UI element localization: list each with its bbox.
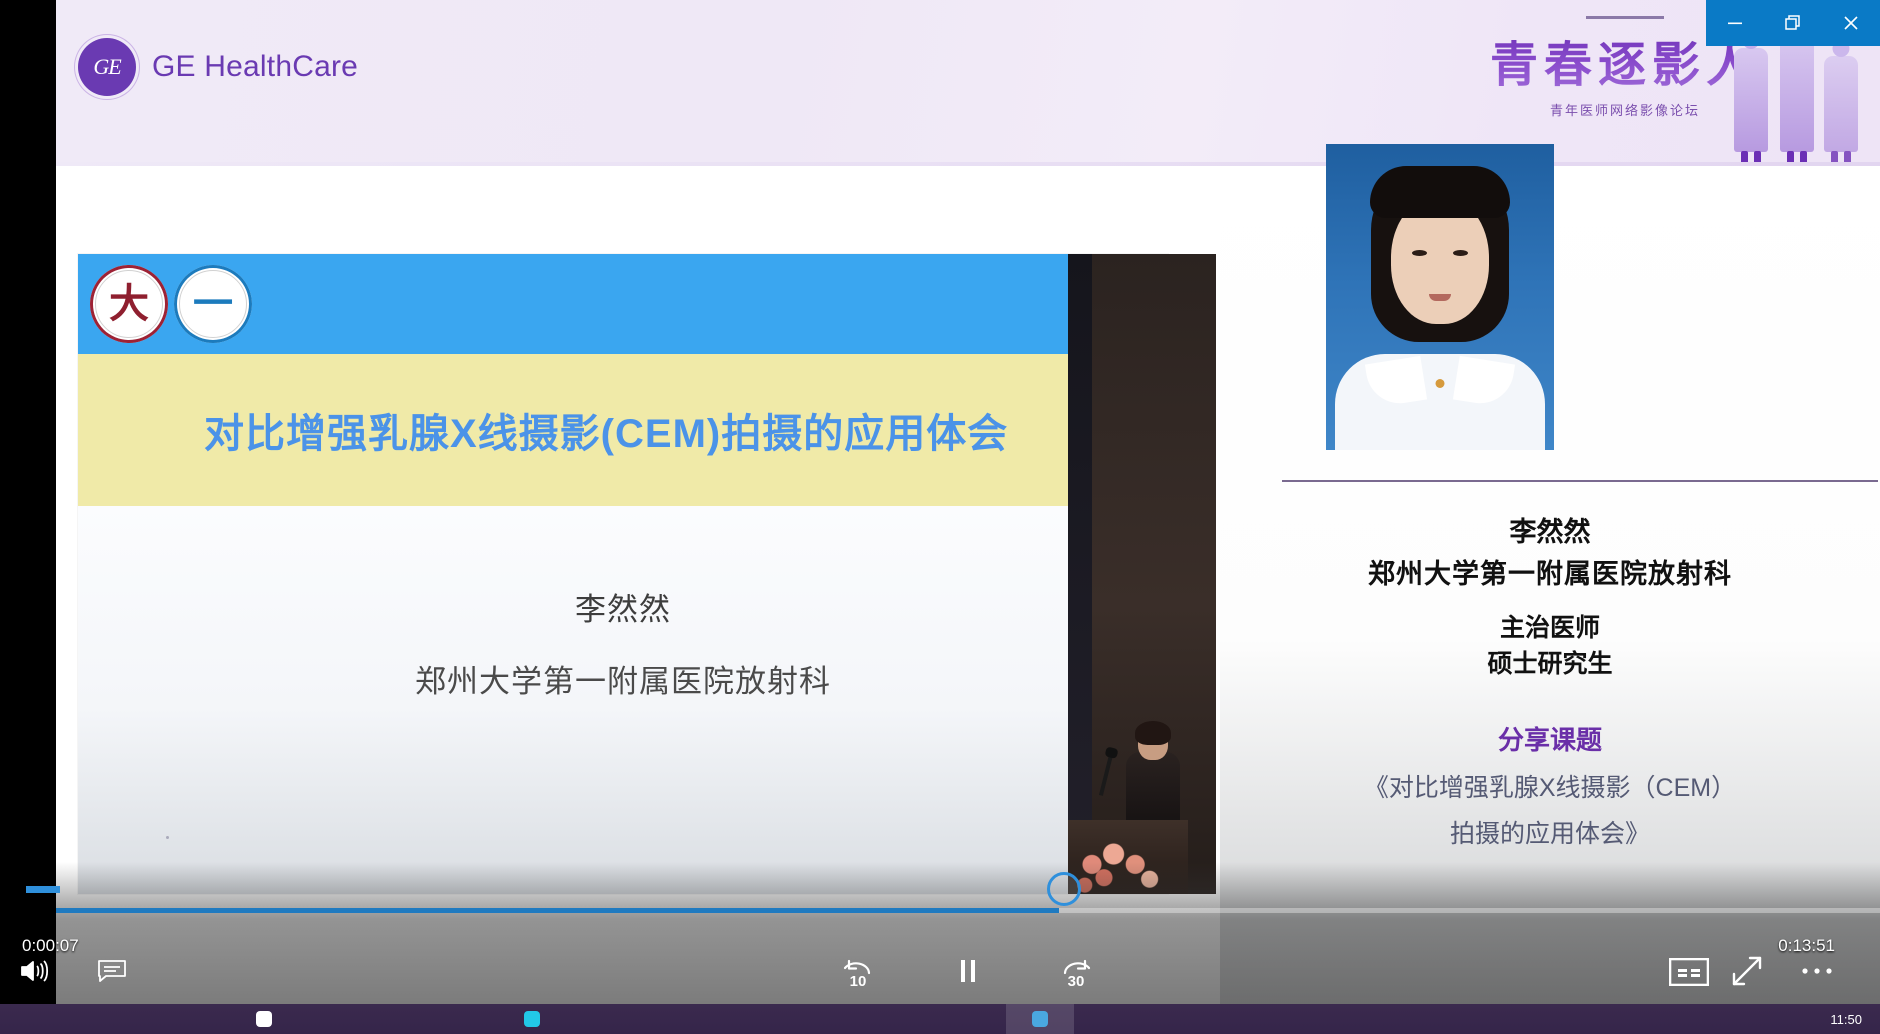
portrait-eye-left <box>1412 250 1427 256</box>
taskbar-item[interactable] <box>1006 1004 1074 1034</box>
window-controls <box>1706 0 1880 46</box>
portrait-mouth <box>1429 294 1451 301</box>
minimize-button[interactable] <box>1706 0 1764 46</box>
portrait-button <box>1435 379 1445 388</box>
forward-30-button[interactable]: 30 <box>1048 948 1104 994</box>
closed-caption-button[interactable] <box>1666 952 1712 992</box>
video-stage[interactable]: GE HealthCare 青春逐影人 青年医师网络影像论坛 大 <box>56 0 1880 1012</box>
info-speaker-name: 李然然 <box>1509 517 1591 547</box>
left-gutter <box>0 0 56 1012</box>
ge-monogram-icon <box>78 38 136 96</box>
microphone-icon <box>1098 754 1114 796</box>
comment-icon[interactable] <box>86 948 138 994</box>
speaker-head <box>1135 721 1171 760</box>
conference-room-footage <box>1068 254 1216 894</box>
play-pause-button[interactable] <box>940 948 996 994</box>
portrait-eye-right <box>1453 250 1468 256</box>
stream-header-band: GE HealthCare 青春逐影人 青年医师网络影像论坛 <box>56 0 1880 168</box>
restore-button[interactable] <box>1764 0 1822 46</box>
banner-rule <box>1585 16 1664 19</box>
room-wall <box>1068 254 1092 894</box>
slide-decoration-dot <box>166 836 169 839</box>
video-player-controls: 0:00:07 0:13:51 10 30 <box>21 862 1880 1012</box>
info-topic-label: 分享课题 <box>1497 725 1602 755</box>
seek-handle[interactable] <box>1047 872 1082 906</box>
seek-progress <box>26 886 1060 913</box>
zhengzhou-university-logo-icon: 大 <box>90 265 168 343</box>
close-button[interactable] <box>1822 0 1880 46</box>
slide-logo-band: 大 一 <box>78 254 1168 354</box>
screen: GE HealthCare 青春逐影人 青年医师网络影像论坛 大 <box>0 0 1880 1034</box>
slide-presenter-name: 李然然 <box>575 592 671 627</box>
brand-name: GE HealthCare <box>152 50 359 83</box>
info-role-title: 主治医师 <box>1499 614 1600 642</box>
info-speaker-affiliation: 郑州大学第一附属医院放射科 <box>1368 559 1732 589</box>
info-role-degree: 硕士研究生 <box>1487 650 1613 678</box>
taskbar-item[interactable] <box>498 1004 566 1034</box>
volume-icon[interactable] <box>8 948 60 994</box>
ge-healthcare-logo: GE HealthCare <box>78 38 358 96</box>
seek-bar[interactable]: 0:00:07 0:13:51 <box>22 872 1880 955</box>
rewind-seconds-label: 10 <box>849 973 867 990</box>
forward-seconds-label: 30 <box>1067 973 1085 990</box>
fullscreen-expand-icon[interactable] <box>1724 948 1770 994</box>
slide-lower-area: 李然然 郑州大学第一附属医院放射科 <box>78 506 1168 894</box>
slide-presenter-affiliation: 郑州大学第一附属医院放射科 <box>415 664 831 699</box>
seek-pre-segment <box>26 886 60 893</box>
slide-title: 对比增强乳腺X线摄影(CEM)拍摄的应用体会 <box>204 412 1009 456</box>
portrait-fringe <box>1370 166 1510 218</box>
speaker-portrait-photo <box>1326 144 1554 450</box>
first-affiliated-hospital-logo-icon: 一 <box>174 265 252 343</box>
player-button-row: 10 30 <box>21 942 1880 998</box>
taskbar: 11:50 <box>0 1004 1880 1034</box>
taskbar-clock: 11:50 <box>1830 1011 1862 1027</box>
presentation-slide: 大 一 对比增强乳腺X线摄影(CEM)拍摄的应用体会 李然然 郑州大学第一附属医… <box>78 254 1168 894</box>
rewind-10-button[interactable]: 10 <box>830 948 886 994</box>
slide-title-band: 对比增强乳腺X线摄影(CEM)拍摄的应用体会 <box>78 354 1168 506</box>
info-topic-line-2: 拍摄的应用体会》 <box>1449 820 1650 848</box>
speaker-hair <box>1135 721 1171 745</box>
taskbar-item[interactable] <box>230 1004 298 1034</box>
more-options-icon[interactable] <box>1794 948 1840 994</box>
info-topic-line-1: 《对比增强乳腺X线摄影（CEM） <box>1363 774 1737 802</box>
info-divider <box>1282 480 1878 482</box>
